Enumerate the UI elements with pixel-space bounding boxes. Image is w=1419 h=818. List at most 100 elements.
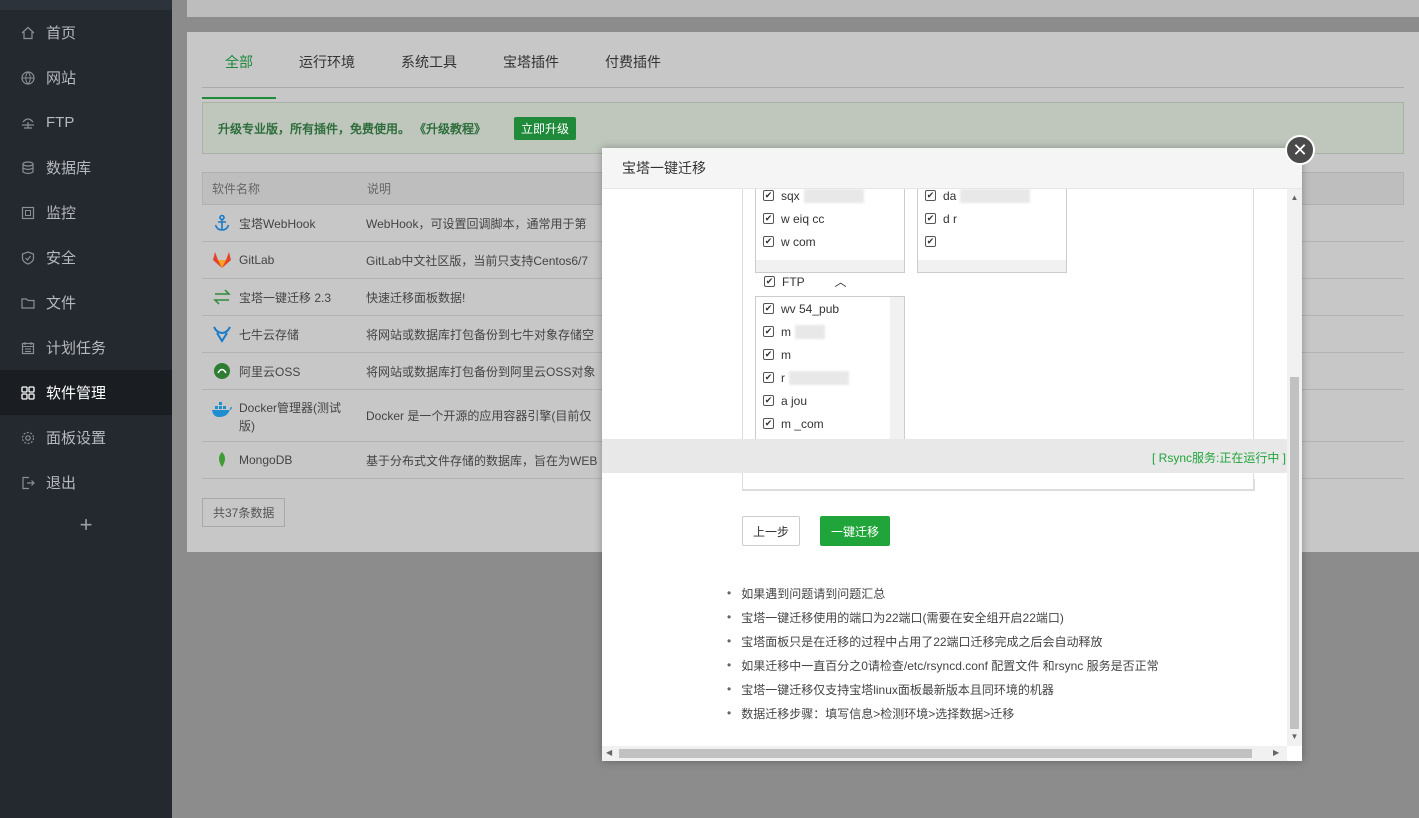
gear-icon (20, 430, 36, 446)
sidebar-item-settings[interactable]: 面板设置 (0, 415, 172, 460)
checkbox[interactable]: ✔ (763, 418, 774, 429)
upgrade-now-button[interactable]: 立即升级 (514, 116, 577, 140)
globe-icon (20, 70, 36, 86)
chevron-up-icon[interactable]: ︿ (835, 273, 847, 290)
scroll-down-icon[interactable]: ▼ (1290, 732, 1299, 742)
selection-bottom (742, 479, 1255, 491)
sidebar-item-label: 监控 (46, 205, 77, 222)
upgrade-tutorial-link[interactable]: 《升级教程》 (414, 120, 486, 137)
aliyun-oss-icon (211, 360, 233, 382)
sidebar-item-files[interactable]: 文件 (0, 280, 172, 325)
tab-bt-plugins[interactable]: 宝塔插件 (480, 48, 582, 87)
scroll-right-icon[interactable]: ▶ (1273, 748, 1279, 757)
sidebar-item-label: 软件管理 (46, 385, 107, 402)
folder-icon (20, 295, 36, 311)
tab-all[interactable]: 全部 (202, 48, 276, 99)
checkbox[interactable]: ✔ (763, 349, 774, 360)
list-item[interactable]: ✔ w com (756, 230, 904, 253)
tips-list: 如果遇到问题请到问题汇总 宝塔一键迁移使用的端口为22端口(需要在安全组开启22… (727, 581, 1159, 725)
status-strip: [ Rsync服务:正在运行中 ] (602, 439, 1287, 473)
list-item[interactable]: ✔ sqx (756, 189, 904, 207)
database-icon (20, 160, 36, 176)
vertical-scrollbar[interactable]: ▲ ▼ (1287, 189, 1302, 746)
tab-paid-plugins[interactable]: 付费插件 (582, 48, 684, 87)
scrollbar-thumb[interactable] (619, 749, 1252, 758)
software-name: 宝塔一键迁移 2.3 (239, 290, 332, 305)
close-icon[interactable]: ✕ (1285, 135, 1315, 165)
rsync-status: [ Rsync服务:正在运行中 ] (1151, 451, 1286, 465)
sidebar-item-ftp[interactable]: FTP (0, 100, 172, 145)
sidebar-item-software[interactable]: 软件管理 (0, 370, 172, 415)
sidebar-item-logout[interactable]: 退出 (0, 460, 172, 505)
checkbox[interactable]: ✔ (764, 276, 775, 287)
shield-icon (20, 250, 36, 266)
list-item[interactable]: ✔ a jou (756, 389, 904, 412)
sidebar-item-website[interactable]: 网站 (0, 55, 172, 100)
list-item[interactable]: ✔ m (756, 320, 904, 343)
list-item[interactable]: ✔ d r (918, 207, 1066, 230)
checkbox[interactable]: ✔ (925, 190, 936, 201)
notice-text: 升级专业版，所有插件，免费使用。 (218, 121, 411, 136)
migration-dialog: 宝塔一键迁移 ✔ sqx ✔ w eiq cc ✔ w com ✔ da ✔ d r ✔ (602, 148, 1302, 761)
software-name: MongoDB (239, 453, 293, 467)
software-name: 宝塔WebHook (239, 216, 316, 231)
docker-icon (211, 399, 233, 421)
sidebar-item-database[interactable]: 数据库 (0, 145, 172, 190)
site-list[interactable]: ✔ sqx ✔ w eiq cc ✔ w com (755, 189, 905, 273)
migrate-button[interactable]: 一键迁移 (820, 516, 890, 546)
checkbox[interactable]: ✔ (763, 372, 774, 383)
list-item[interactable]: ✔ m (756, 343, 904, 366)
sidebar-item-label: 退出 (46, 475, 77, 492)
sidebar-top (0, 0, 172, 10)
logout-icon (20, 475, 36, 491)
list-item[interactable]: ✔ w eiq cc (756, 207, 904, 230)
list-item[interactable]: ✔ m _com (756, 412, 904, 435)
database-list[interactable]: ✔ da ✔ d r ✔ (917, 189, 1067, 273)
sidebar-item-monitor[interactable]: 监控 (0, 190, 172, 235)
checkbox[interactable]: ✔ (763, 236, 774, 247)
checkbox[interactable]: ✔ (763, 326, 774, 337)
home-icon (20, 25, 36, 41)
checkbox[interactable]: ✔ (763, 213, 774, 224)
breadcrumb (187, 0, 1419, 17)
scrollbar-thumb[interactable] (1290, 377, 1299, 729)
tab-runtime[interactable]: 运行环境 (276, 48, 378, 87)
software-name: GitLab (239, 253, 275, 267)
list-scrollbar[interactable] (918, 260, 1066, 272)
sidebar-item-cron[interactable]: 计划任务 (0, 325, 172, 370)
grid-icon (20, 385, 36, 401)
previous-step-button[interactable]: 上一步 (742, 516, 800, 546)
list-scrollbar[interactable] (756, 260, 904, 272)
checkbox[interactable]: ✔ (925, 213, 936, 224)
sidebar-item-label: 安全 (46, 250, 77, 267)
checkbox[interactable]: ✔ (763, 395, 774, 406)
tab-system-tools[interactable]: 系统工具 (378, 48, 480, 87)
gitlab-icon (211, 249, 233, 271)
software-name: 阿里云OSS (239, 364, 301, 379)
checkbox[interactable]: ✔ (925, 236, 936, 247)
horizontal-scrollbar[interactable]: ◀ ▶ (602, 746, 1287, 761)
ftp-list[interactable]: ✔ wv 54_pub ✔ m ✔ m ✔ r ✔ a jou ✔ m _com (755, 296, 905, 446)
upgrade-notice: 升级专业版，所有插件，免费使用。 《升级教程》 立即升级 (202, 102, 1404, 154)
list-item: 如果迁移中一直百分之0请检查/etc/rsyncd.conf 配置文件 和rsy… (727, 653, 1158, 677)
list-scrollbar[interactable] (890, 297, 904, 445)
list-item[interactable]: ✔ da (918, 189, 1066, 207)
list-item[interactable]: ✔ r (756, 366, 904, 389)
category-tabs: 全部 运行环境 系统工具 宝塔插件 付费插件 (202, 48, 1404, 99)
sidebar: 首页 网站 FTP 数据库 监控 安全 文件 计划任务 软件管理 面板设置 退出… (0, 0, 172, 818)
total-count: 共37条数据 (202, 498, 286, 527)
add-menu-button[interactable]: + (0, 505, 172, 545)
sidebar-item-security[interactable]: 安全 (0, 235, 172, 280)
scroll-up-icon[interactable]: ▲ (1290, 193, 1299, 203)
checkbox[interactable]: ✔ (763, 190, 774, 201)
scroll-left-icon[interactable]: ◀ (606, 748, 612, 757)
list-item: 如果遇到问题请到问题汇总 (727, 581, 1159, 605)
ftp-icon (20, 115, 36, 131)
sidebar-item-label: 计划任务 (46, 340, 107, 357)
list-item[interactable]: ✔ wv 54_pub (756, 297, 904, 320)
qiniu-icon (211, 323, 233, 345)
checkbox[interactable]: ✔ (763, 303, 774, 314)
ftp-group-header[interactable]: ✔ FTP ︿ (764, 273, 847, 290)
sidebar-item-home[interactable]: 首页 (0, 10, 172, 55)
list-item[interactable]: ✔ (918, 230, 1066, 253)
